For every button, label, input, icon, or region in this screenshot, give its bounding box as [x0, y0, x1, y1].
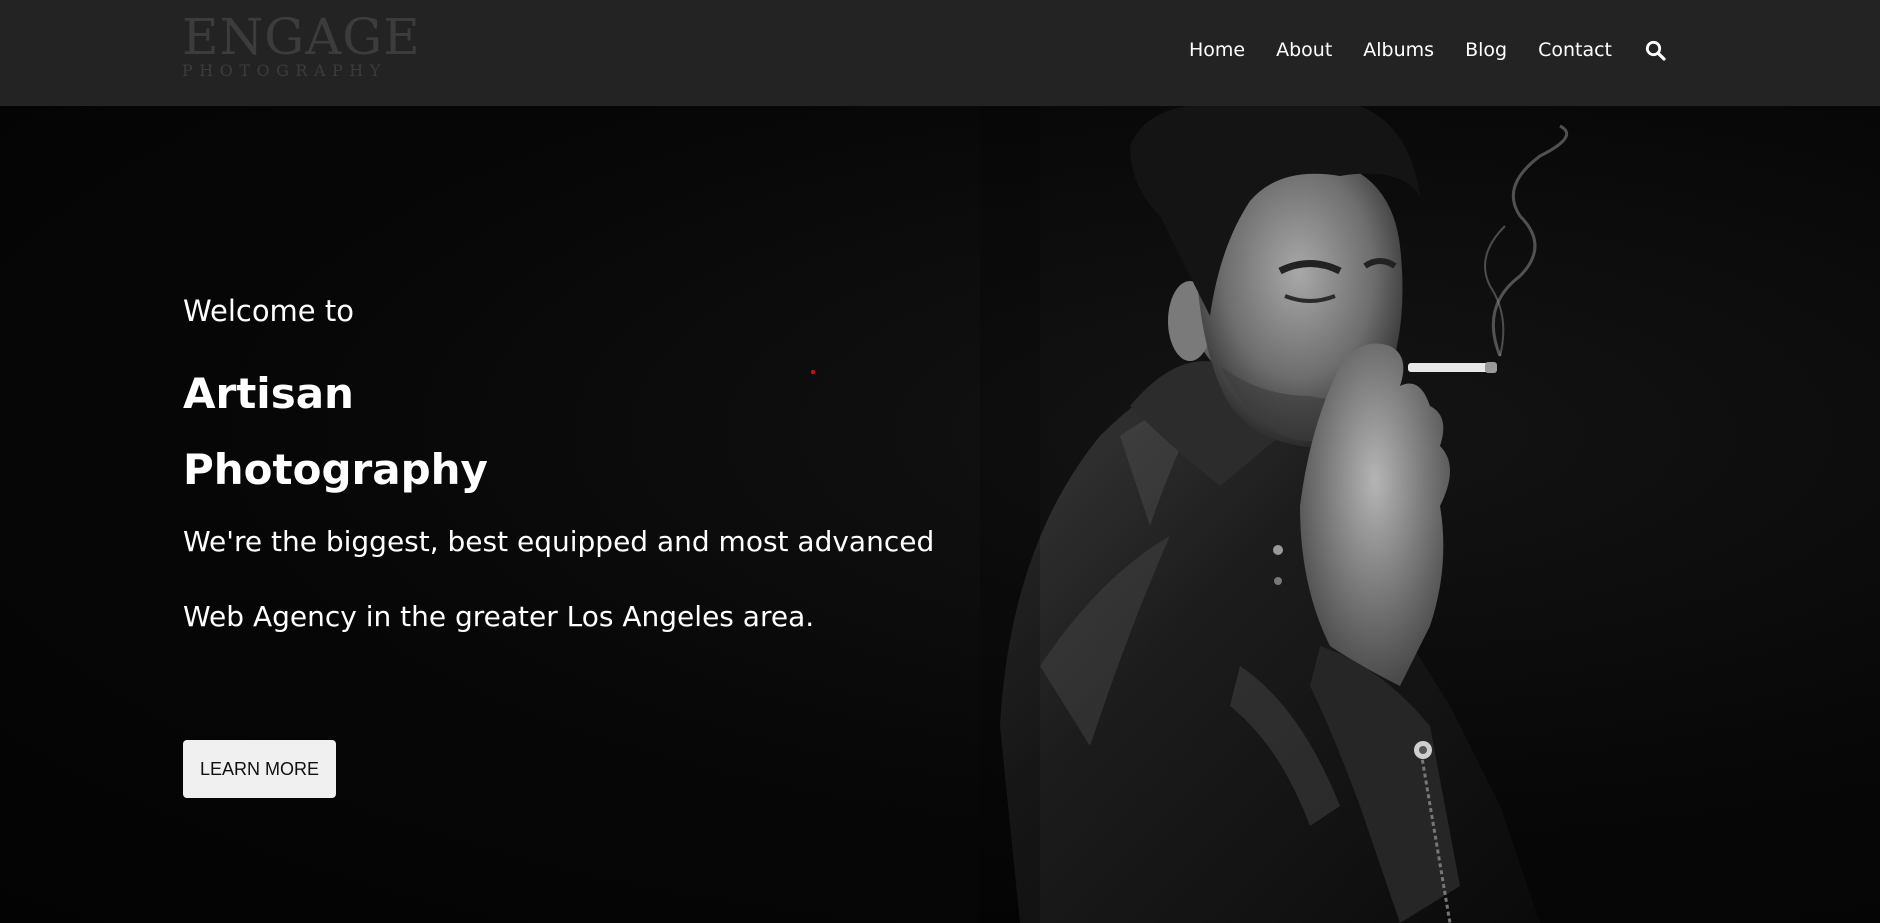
learn-more-button[interactable]: LEARN MORE	[183, 740, 336, 798]
red-dot	[811, 370, 815, 374]
hero-photo	[980, 106, 1569, 923]
logo-main-text: ENGAGE	[182, 8, 421, 66]
search-icon[interactable]	[1643, 38, 1667, 62]
main-nav: Home About Albums Blog Contact	[1158, 38, 1667, 62]
logo-sub-text: PHOTOGRAPHY	[182, 61, 387, 80]
hero-title: Artisan Photography	[183, 369, 488, 494]
hero-description: We're the biggest, best equipped and mos…	[183, 525, 935, 633]
nav-item-blog[interactable]: Blog	[1465, 39, 1507, 61]
hero-welcome: Welcome to	[183, 294, 354, 328]
logo[interactable]: ENGAGE PHOTOGRAPHY	[182, 12, 421, 80]
hero-section: Welcome to Artisan Photography We're the…	[0, 106, 1880, 923]
site-header: ENGAGE PHOTOGRAPHY Home About Albums Blo…	[0, 0, 1880, 106]
nav-item-about[interactable]: About	[1276, 39, 1332, 61]
nav-item-home[interactable]: Home	[1189, 39, 1245, 61]
nav-item-albums[interactable]: Albums	[1363, 39, 1434, 61]
nav-item-contact[interactable]: Contact	[1538, 39, 1612, 61]
